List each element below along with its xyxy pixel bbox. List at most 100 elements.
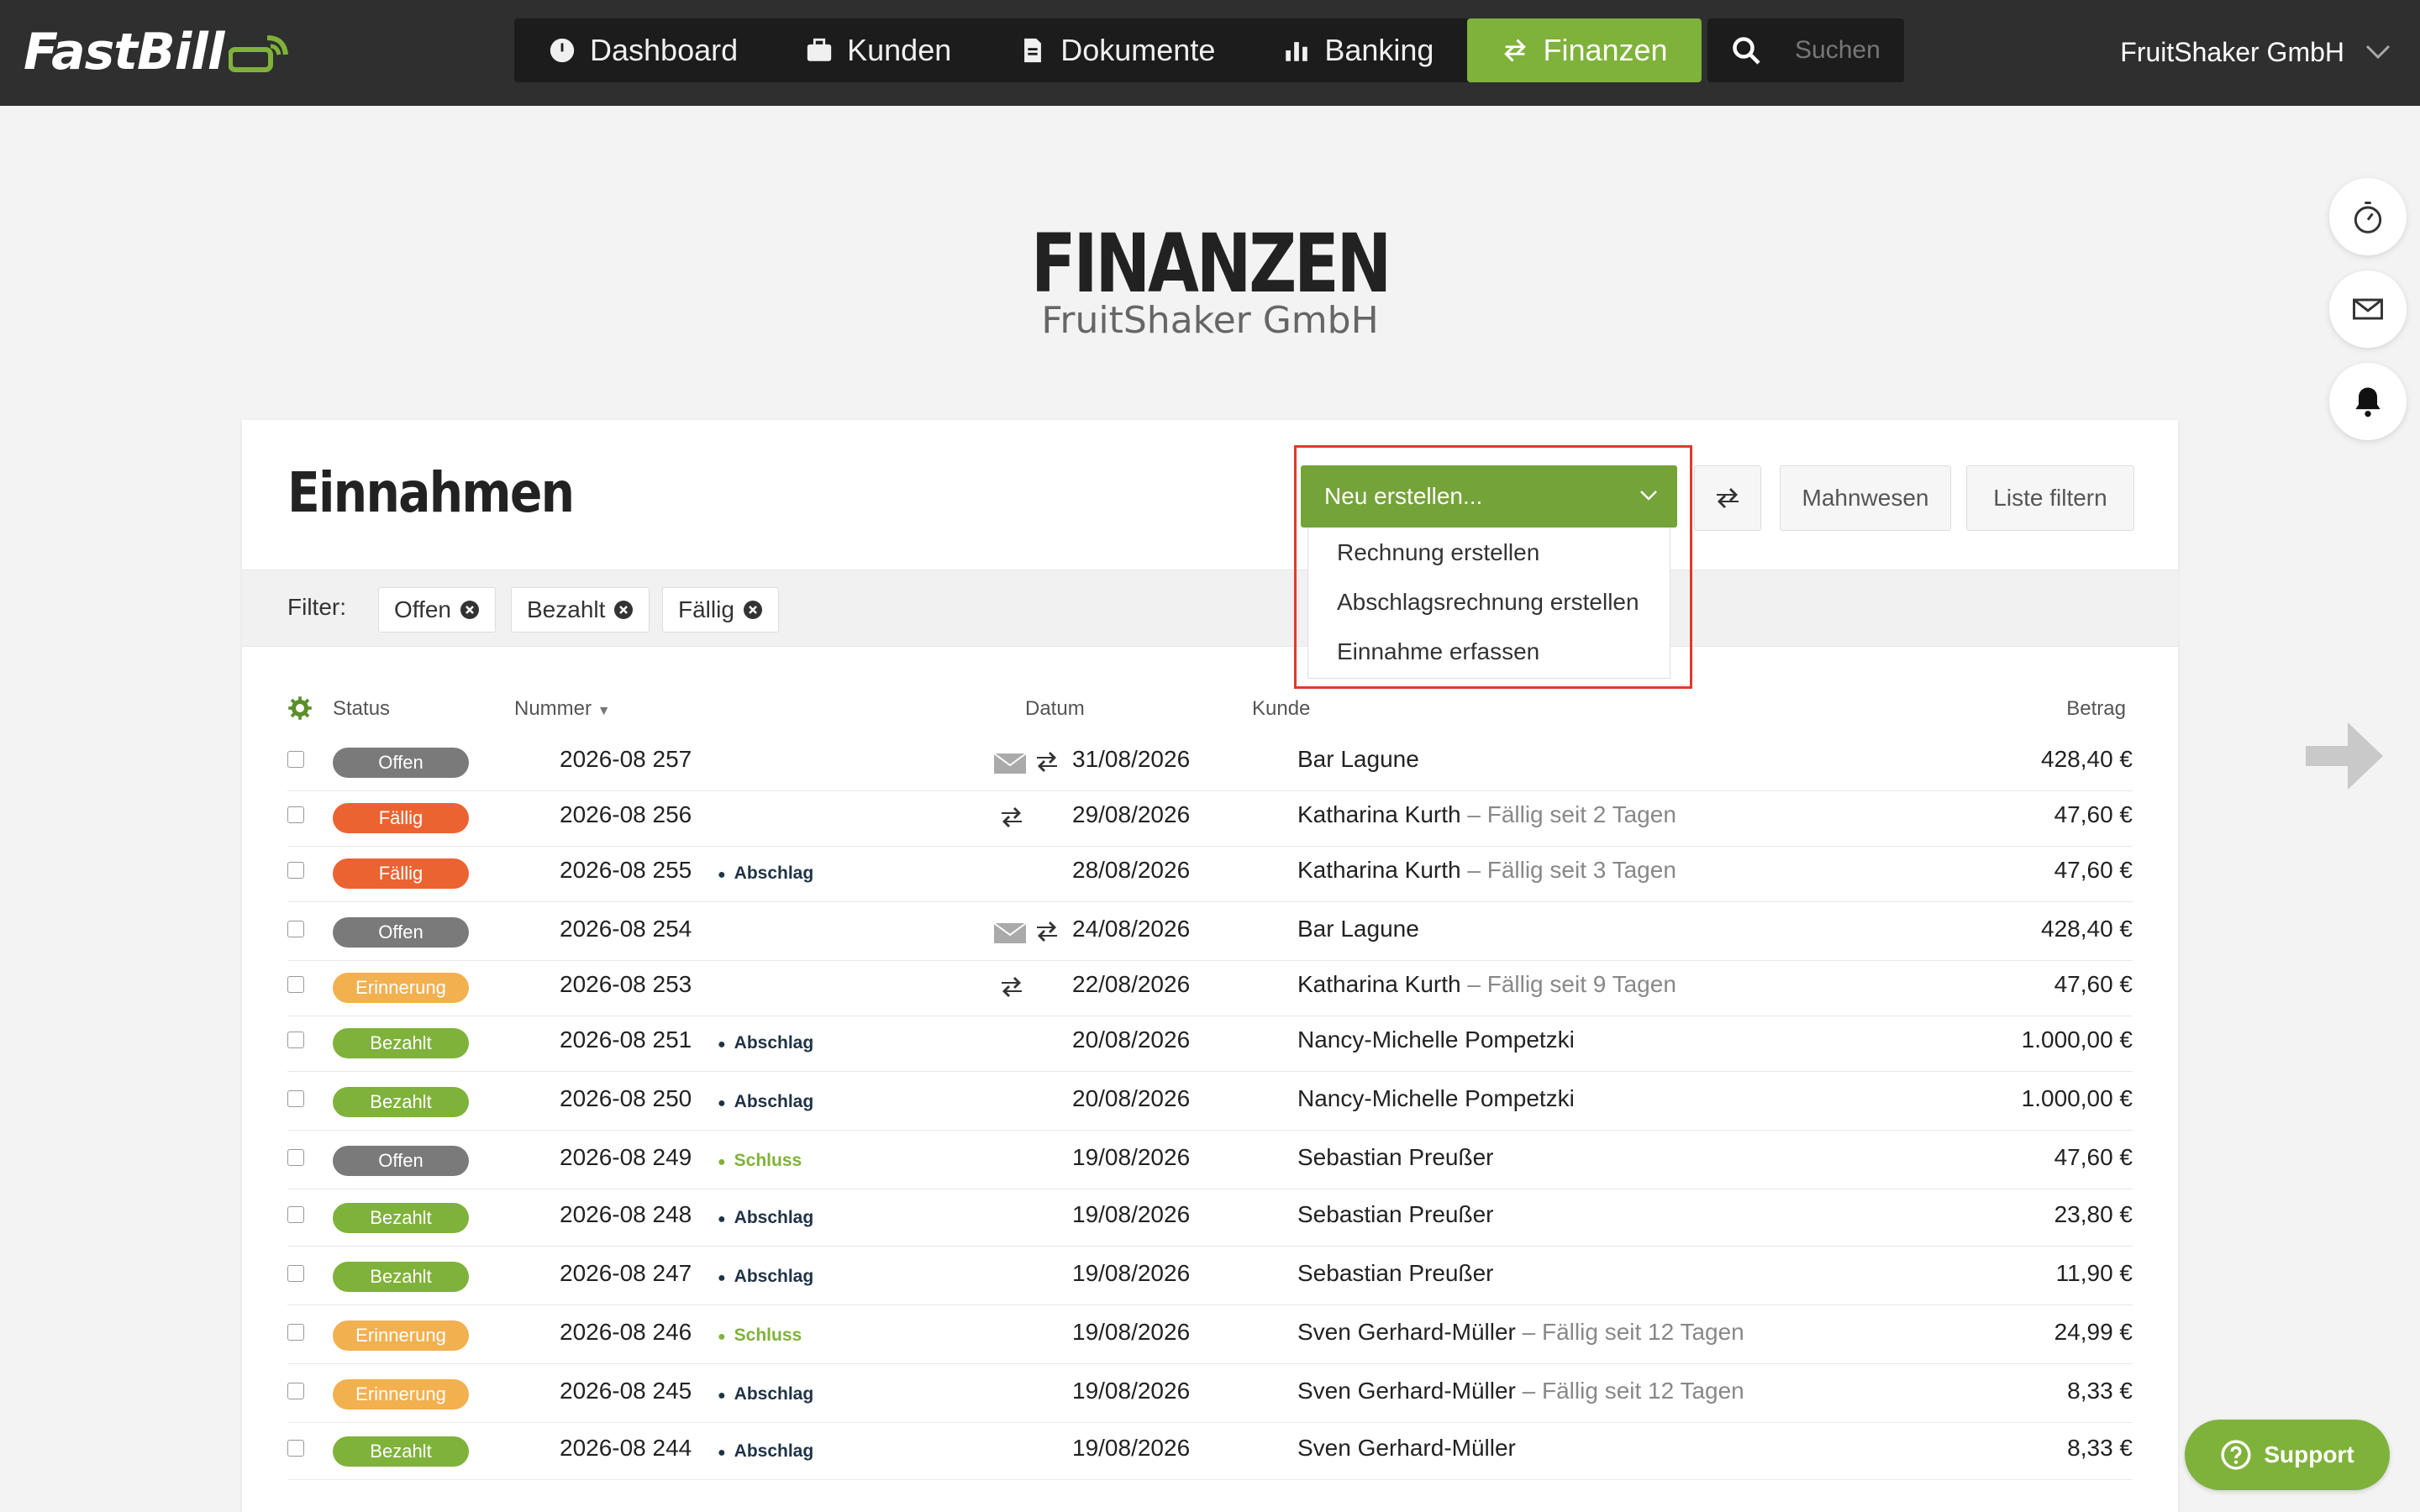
invoice-number[interactable]: 2026-08 249: [560, 1144, 692, 1171]
customer-cell[interactable]: Katharina Kurth – Fällig seit 3 Tagen: [1297, 857, 1676, 884]
table-row[interactable]: Offen 2026-08 254 24/08/2026 Bar Lagune 428,…: [287, 902, 2133, 961]
table-row[interactable]: Bezahlt 2026-08 250 Abschlag 20/08/2026 Nanc…: [287, 1072, 2133, 1131]
arrow-right-icon[interactable]: [2306, 722, 2383, 790]
nav-dashboard[interactable]: Dashboard: [514, 18, 771, 82]
recurring-button[interactable]: [1694, 465, 1761, 531]
invoice-date: 29/08/2026: [1072, 801, 1191, 827]
nav-label: Dashboard: [590, 33, 739, 67]
column-header-number[interactable]: Nummer ▼: [514, 697, 611, 721]
customer-cell[interactable]: Katharina Kurth – Fällig seit 2 Tagen: [1297, 801, 1676, 828]
notifications-button[interactable]: [2329, 363, 2407, 440]
customer-cell[interactable]: Sebastian Preußer: [1297, 1144, 1493, 1171]
customer-cell[interactable]: Bar Lagune: [1297, 916, 1419, 942]
invoice-number[interactable]: 2026-08 247: [560, 1260, 692, 1287]
nav-banking[interactable]: Banking: [1249, 18, 1467, 82]
row-checkbox[interactable]: [287, 976, 304, 993]
row-checkbox[interactable]: [287, 921, 304, 937]
table-row[interactable]: Erinnerung 2026-08 253 22/08/2026 Katharina…: [287, 958, 2133, 1016]
customer-cell[interactable]: Nancy-Michelle Pompetzki: [1297, 1026, 1575, 1053]
table-row[interactable]: Bezahlt 2026-08 244 Abschlag 19/08/2026 Sven…: [287, 1421, 2133, 1480]
row-checkbox[interactable]: [287, 1032, 304, 1048]
table-row[interactable]: Fällig 2026-08 256 29/08/2026 Katharina Kur…: [287, 788, 2133, 847]
table-row[interactable]: Offen 2026-08 257 31/08/2026 Bar Lagune 428,…: [287, 732, 2133, 791]
income-card: Einnahmen Mahnwesen Liste filtern Filter…: [242, 420, 2178, 1512]
customer-cell[interactable]: Bar Lagune: [1297, 746, 1419, 773]
status-badge: Fällig: [333, 803, 469, 833]
row-checkbox[interactable]: [287, 1265, 304, 1282]
row-checkbox[interactable]: [287, 1206, 304, 1223]
customer-cell[interactable]: Sven Gerhard-Müller – Fällig seit 12 Tag…: [1297, 1378, 1744, 1404]
invoice-number[interactable]: 2026-08 250: [560, 1085, 692, 1112]
invoice-number[interactable]: 2026-08 254: [560, 916, 692, 942]
invoice-amount: 47,60 €: [2054, 801, 2133, 827]
customer-cell[interactable]: Sven Gerhard-Müller – Fällig seit 12 Tag…: [1297, 1319, 1744, 1346]
row-checkbox[interactable]: [287, 1149, 304, 1166]
invoice-number[interactable]: 2026-08 257: [560, 746, 692, 773]
fastbill-logo[interactable]: FastBill: [24, 18, 291, 86]
messages-button[interactable]: [2329, 270, 2407, 348]
table-row[interactable]: Fällig 2026-08 255 Abschlag 28/08/2026 Katha…: [287, 843, 2133, 902]
invoice-amount: 1.000,00 €: [2021, 1026, 2133, 1053]
filter-list-button[interactable]: Liste filtern: [1966, 465, 2134, 531]
invoice-type-tag: Schluss: [718, 1151, 802, 1171]
row-checkbox[interactable]: [287, 806, 304, 823]
due-note: – Fällig seit 12 Tagen: [1515, 1378, 1744, 1404]
filter-chip-faellig[interactable]: Fällig: [662, 587, 779, 633]
invoice-number[interactable]: 2026-08 248: [560, 1201, 692, 1228]
customer-cell[interactable]: Sebastian Preußer: [1297, 1260, 1493, 1287]
filter-chip-offen[interactable]: Offen: [378, 587, 496, 633]
filter-chip-bezahlt[interactable]: Bezahlt: [511, 587, 650, 633]
customer-cell[interactable]: Nancy-Michelle Pompetzki: [1297, 1085, 1575, 1112]
invoice-number[interactable]: 2026-08 251: [560, 1026, 692, 1053]
nav-kunden[interactable]: Kunden: [771, 18, 985, 82]
due-note: – Fällig seit 12 Tagen: [1515, 1319, 1744, 1345]
row-checkbox[interactable]: [287, 1383, 304, 1399]
mail-icon: [993, 753, 1027, 774]
dunning-button[interactable]: Mahnwesen: [1780, 465, 1951, 531]
timer-button[interactable]: [2329, 178, 2407, 255]
row-checkbox[interactable]: [287, 1324, 304, 1341]
search-input[interactable]: [1795, 36, 1896, 65]
row-checkbox[interactable]: [287, 751, 304, 768]
remove-icon[interactable]: [613, 600, 634, 620]
table-row[interactable]: Bezahlt 2026-08 248 Abschlag 19/08/2026 Seba…: [287, 1188, 2133, 1247]
column-header-customer[interactable]: Kunde: [1252, 697, 1310, 721]
invoice-number[interactable]: 2026-08 244: [560, 1435, 692, 1462]
invoice-amount: 23,80 €: [2054, 1201, 2133, 1227]
invoice-number[interactable]: 2026-08 253: [560, 971, 692, 998]
table-row[interactable]: Erinnerung 2026-08 245 Abschlag 19/08/2026 S…: [287, 1364, 2133, 1423]
row-checkbox[interactable]: [287, 1440, 304, 1457]
search-box[interactable]: [1707, 18, 1904, 82]
invoice-number[interactable]: 2026-08 245: [560, 1378, 692, 1404]
table-row[interactable]: Offen 2026-08 249 Schluss 19/08/2026 Sebasti…: [287, 1131, 2133, 1189]
nav-dokumente[interactable]: Dokumente: [985, 18, 1249, 82]
row-checkbox[interactable]: [287, 1090, 304, 1107]
table-row[interactable]: Bezahlt 2026-08 251 Abschlag 20/08/2026 Nanc…: [287, 1013, 2133, 1072]
customer-cell[interactable]: Sebastian Preußer: [1297, 1201, 1493, 1228]
column-header-amount[interactable]: Betrag: [2066, 697, 2126, 721]
status-badge: Bezahlt: [333, 1028, 469, 1058]
company-menu[interactable]: FruitShaker GmbH: [2120, 29, 2391, 76]
nav-finanzen[interactable]: Finanzen: [1467, 18, 1702, 82]
invoice-number[interactable]: 2026-08 255: [560, 857, 692, 884]
column-header-date[interactable]: Datum: [1025, 697, 1085, 721]
search-icon: [1733, 37, 1760, 65]
row-checkbox[interactable]: [287, 862, 304, 879]
customer-cell[interactable]: Katharina Kurth – Fällig seit 9 Tagen: [1297, 971, 1676, 998]
support-button[interactable]: Support: [2185, 1420, 2390, 1490]
remove-icon[interactable]: [460, 600, 480, 620]
customer-name: Sven Gerhard-Müller: [1297, 1378, 1516, 1404]
customer-cell[interactable]: Sven Gerhard-Müller: [1297, 1435, 1516, 1462]
invoice-number[interactable]: 2026-08 246: [560, 1319, 692, 1346]
due-note: – Fällig seit 9 Tagen: [1460, 971, 1676, 997]
document-icon: [1024, 38, 1042, 63]
invoice-number[interactable]: 2026-08 256: [560, 801, 692, 828]
table-row[interactable]: Bezahlt 2026-08 247 Abschlag 19/08/2026 Seba…: [287, 1247, 2133, 1305]
column-header-status[interactable]: Status: [333, 697, 390, 721]
table-row[interactable]: Erinnerung 2026-08 246 Schluss 19/08/2026 Sv…: [287, 1305, 2133, 1364]
remove-icon[interactable]: [743, 600, 763, 620]
settings-gear-icon[interactable]: [287, 696, 313, 721]
card-title: Einnahmen: [287, 460, 575, 525]
customer-name: Bar Lagune: [1297, 746, 1419, 772]
invoice-date: 31/08/2026: [1072, 746, 1191, 772]
